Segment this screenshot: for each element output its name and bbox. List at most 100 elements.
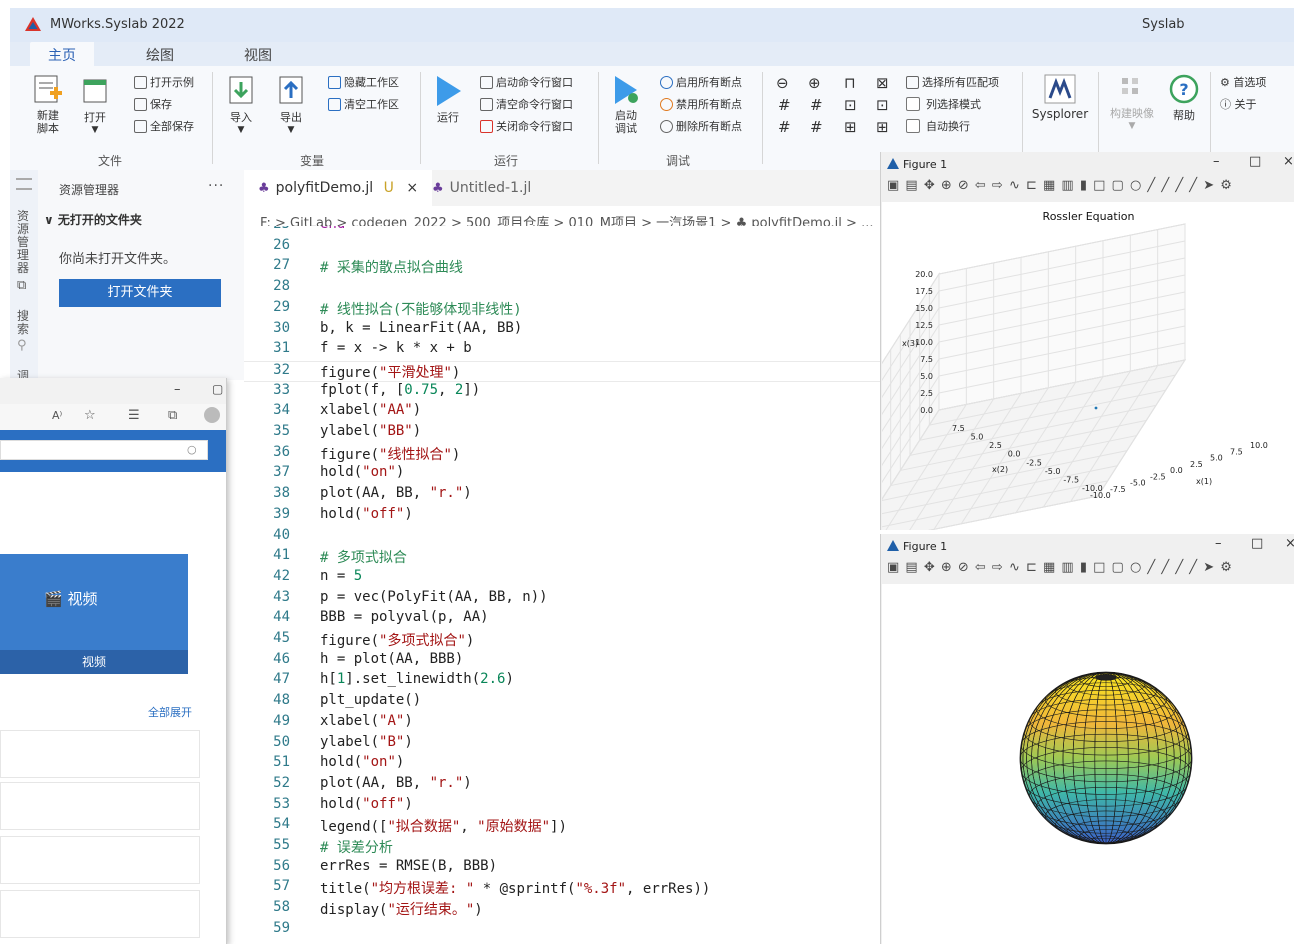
activity-search[interactable]: 搜索 xyxy=(17,310,31,336)
open-example-button[interactable]: 打开示例 xyxy=(134,74,194,90)
goto-line-icon[interactable]: ⊞ xyxy=(876,118,889,136)
list-item[interactable] xyxy=(0,782,200,830)
favorites-list-icon[interactable]: ☰ xyxy=(128,408,140,423)
favorite-icon[interactable]: ☆ xyxy=(84,408,96,423)
help-button[interactable]: ? 帮助 xyxy=(1164,74,1204,123)
rossler-plot-area[interactable]: Rossler Equation 20.0 17.5 15.0 12.5 10.0 7.5… xyxy=(882,202,1294,530)
code-line[interactable]: 52 plot(AA, BB, "r.") xyxy=(244,775,880,796)
maximize-button[interactable]: □ xyxy=(1249,154,1261,169)
browser-minimize-button[interactable]: – xyxy=(174,382,181,397)
save-all-button[interactable]: 全部保存 xyxy=(134,118,194,134)
list-item[interactable] xyxy=(0,890,200,938)
build-image-dropdown-icon[interactable]: ▼ xyxy=(1106,121,1158,131)
code-line[interactable]: 57 title("均方根误差: " * @sprintf("%.3f", err… xyxy=(244,878,880,899)
collections-icon[interactable]: ⧉ xyxy=(168,408,177,423)
sphere-plot-area[interactable] xyxy=(882,584,1294,944)
code-line[interactable]: 41 # 多项式拟合 xyxy=(244,547,880,568)
start-debug-button[interactable]: 启动 调试 xyxy=(608,74,644,135)
indent-icon[interactable]: # xyxy=(778,118,791,136)
bookmark-icon[interactable]: ⊓ xyxy=(844,74,856,92)
import-dropdown-icon[interactable]: ▼ xyxy=(224,125,258,135)
code-line[interactable]: 33 fplot(f, [0.75, 2]) xyxy=(244,382,880,403)
code-line[interactable]: 26 xyxy=(244,237,880,258)
expand-all-link[interactable]: 全部展开 xyxy=(148,704,192,720)
delete-breakpoints-button[interactable]: 删除所有断点 xyxy=(660,118,742,134)
open-dropdown-icon[interactable]: ▼ xyxy=(78,125,112,135)
minimize-button[interactable]: – xyxy=(1215,536,1222,551)
code-line[interactable]: 35 ylabel("BB") xyxy=(244,423,880,444)
code-line[interactable]: 51 hold("on") xyxy=(244,754,880,775)
code-line[interactable]: 27 # 采集的散点拟合曲线 xyxy=(244,257,880,278)
code-line[interactable]: 37 hold("on") xyxy=(244,464,880,485)
select-all-match-button[interactable]: 选择所有匹配项 xyxy=(906,74,999,90)
code-line[interactable]: 55 # 误差分析 xyxy=(244,837,880,858)
hide-workspace-button[interactable]: 隐藏工作区 xyxy=(328,74,399,90)
column-select-toggle[interactable]: 列选择模式 xyxy=(906,96,981,112)
preferences-button[interactable]: ⚙ 首选项 xyxy=(1220,74,1266,90)
site-search-input[interactable]: ○ xyxy=(0,440,208,460)
back-icon[interactable]: ⊖ xyxy=(776,74,789,92)
code-line[interactable]: 58 display("运行结束。") xyxy=(244,899,880,920)
new-script-button[interactable]: 新建 脚本 xyxy=(30,74,66,135)
forward-icon[interactable]: ⊕ xyxy=(808,74,821,92)
import-button[interactable]: 导入 ▼ xyxy=(224,74,258,135)
code-line[interactable]: 36 figure("线性拟合") xyxy=(244,444,880,465)
word-wrap-checkbox[interactable] xyxy=(906,119,920,133)
code-line[interactable]: 28 xyxy=(244,278,880,299)
enable-breakpoints-button[interactable]: 启用所有断点 xyxy=(660,74,742,90)
sysplorer-button[interactable]: Sysplorer xyxy=(1026,74,1094,121)
code-line[interactable]: 34 xlabel("AA") xyxy=(244,402,880,423)
word-wrap-toggle[interactable]: 自动换行 xyxy=(906,118,970,134)
search-icon[interactable]: ○ xyxy=(187,443,197,456)
video-label[interactable]: 视频 xyxy=(0,650,188,674)
export-button[interactable]: 导出 ▼ xyxy=(274,74,308,135)
code-line[interactable]: 43 p = vec(PolyFit(AA, BB, n)) xyxy=(244,589,880,610)
about-button[interactable]: ⓘ 关于 xyxy=(1220,96,1257,112)
avatar[interactable] xyxy=(204,407,220,423)
code-line[interactable]: 31 f = x -> k * x + b xyxy=(244,340,880,361)
bookmark-clear-icon[interactable]: ⊠ xyxy=(876,74,889,92)
code-line[interactable]: 53 hold("off") xyxy=(244,796,880,817)
no-folder-section[interactable]: ∨ 无打开的文件夹 xyxy=(44,211,142,228)
column-select-checkbox[interactable] xyxy=(906,97,920,111)
code-line[interactable]: 38 plot(AA, BB, "r.") xyxy=(244,485,880,506)
open-folder-button[interactable]: 打开文件夹 xyxy=(59,279,221,307)
code-line[interactable]: 46 h = plot(AA, BBB) xyxy=(244,651,880,672)
code-line[interactable]: 56 errRes = RMSE(B, BBB) xyxy=(244,858,880,879)
tab-untitled[interactable]: ♣ Untitled-1.jl xyxy=(418,170,545,206)
more-icon[interactable]: ··· xyxy=(208,178,224,194)
maximize-button[interactable]: □ xyxy=(1251,536,1263,551)
figure-toolbar[interactable]: ▣ ▤ ✥ ⊕ ⊘ ⇦ ⇨ ∿ ⊏ ▦ ▥ ▮ □ ▢ ○ ╱ ╱ ╱ ╱ ➤ … xyxy=(887,560,1233,580)
figure-toolbar[interactable]: ▣ ▤ ✥ ⊕ ⊘ ⇦ ⇨ ∿ ⊏ ▦ ▥ ▮ □ ▢ ○ ╱ ╱ ╱ ╱ ➤ … xyxy=(887,178,1233,198)
open-button[interactable]: 打开 ▼ xyxy=(78,74,112,135)
goto-icon[interactable]: ⊞ xyxy=(844,118,857,136)
close-icon[interactable]: × xyxy=(406,180,418,196)
outdent-icon[interactable]: # xyxy=(810,118,823,136)
code-line[interactable]: 54 legend(["拟合数据", "原始数据"]) xyxy=(244,816,880,837)
code-line[interactable]: 32 figure("平滑处理") xyxy=(244,360,880,382)
run-button[interactable]: 运行 xyxy=(430,74,466,125)
copy-icon[interactable]: ⧉ xyxy=(17,278,26,293)
code-line[interactable]: 48 plt_update() xyxy=(244,692,880,713)
video-card[interactable]: 🎬 视频 xyxy=(0,554,188,650)
code-line[interactable]: 50 ylabel("B") xyxy=(244,734,880,755)
disable-breakpoints-button[interactable]: 禁用所有断点 xyxy=(660,96,742,112)
read-aloud-icon[interactable]: A⁾ xyxy=(52,409,62,422)
browser-maximize-button[interactable]: ▢ xyxy=(212,382,223,396)
search-icon[interactable]: ⚲ xyxy=(17,338,27,353)
bookmark-prev-icon[interactable]: ⊡ xyxy=(876,96,889,114)
menu-icon[interactable] xyxy=(16,178,32,190)
comment-icon[interactable]: # xyxy=(778,96,791,114)
minimize-button[interactable]: – xyxy=(1213,154,1220,169)
code-line[interactable]: 40 xyxy=(244,527,880,548)
close-button[interactable]: × xyxy=(1283,154,1294,169)
code-editor[interactable]: 25 end 26 27 # 采集的散点拟合曲线 28 29 # 线性拟合(不能够体现非线性)… xyxy=(244,226,880,944)
uncomment-icon[interactable]: # xyxy=(810,96,823,114)
code-line[interactable]: 44 BBB = polyval(p, AA) xyxy=(244,609,880,630)
code-line[interactable]: 47 h[1].set_linewidth(2.6) xyxy=(244,671,880,692)
export-dropdown-icon[interactable]: ▼ xyxy=(274,125,308,135)
code-line[interactable]: 59 xyxy=(244,920,880,941)
close-button[interactable]: × xyxy=(1285,536,1294,551)
list-item[interactable] xyxy=(0,730,200,778)
code-line[interactable]: 49 xlabel("A") xyxy=(244,713,880,734)
